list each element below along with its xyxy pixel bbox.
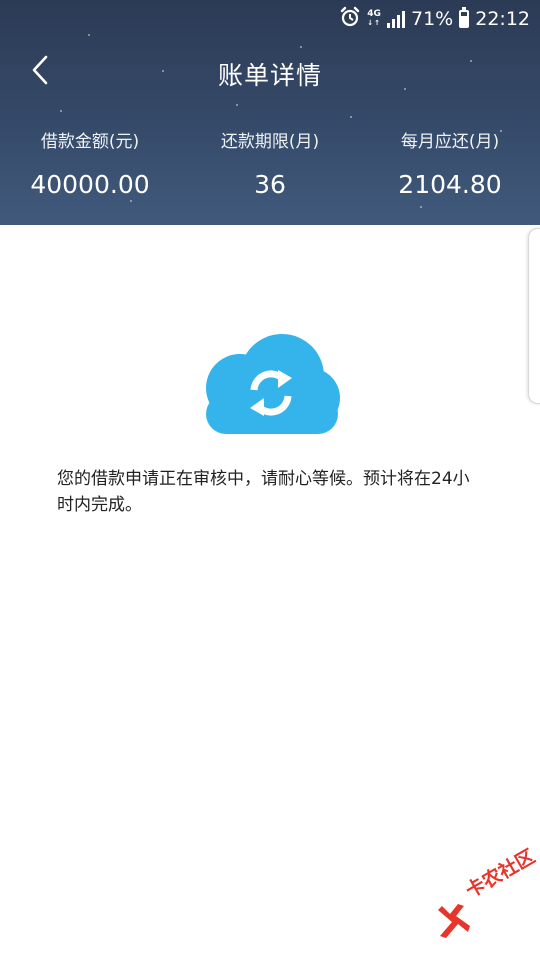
loan-summary: 借款金额(元) 40000.00 还款期限(月) 36 每月应还(月) 2104…	[0, 128, 540, 199]
stat-label: 借款金额(元)	[40, 132, 140, 152]
stat-value: 40000.00	[30, 170, 150, 199]
stat-loan-term: 还款期限(月) 36	[180, 128, 360, 199]
screen: 4G ↓↑ 71% 22:12 账单详情 借款金额(元) 40000.00 还款…	[0, 0, 540, 960]
stat-loan-amount: 借款金额(元) 40000.00	[0, 128, 180, 199]
stat-value: 36	[254, 170, 286, 199]
status-bar: 4G ↓↑ 71% 22:12	[0, 0, 540, 38]
battery-icon	[459, 7, 470, 28]
cloud-sync-icon	[198, 334, 344, 438]
page-title: 账单详情	[217, 61, 322, 90]
alarm-icon	[339, 6, 361, 33]
network-4g-icon: 4G ↓↑	[367, 9, 381, 28]
stat-value: 2104.80	[398, 170, 502, 199]
stat-monthly-payment: 每月应还(月) 2104.80	[360, 128, 540, 199]
clock: 22:12	[475, 8, 530, 30]
review-status-message: 您的借款申请正在审核中，请耐心等候。预计将在24小时内完成。	[57, 469, 470, 515]
battery-percent: 71%	[411, 8, 454, 30]
watermark-logo: 卡农社区	[432, 845, 539, 942]
watermark-text: 卡农社区	[462, 845, 539, 903]
stat-label: 每月应还(月)	[400, 132, 500, 152]
network-label: 4G	[367, 9, 381, 19]
stat-label: 还款期限(月)	[220, 132, 320, 152]
signal-icon	[387, 10, 405, 28]
edge-panel-handle[interactable]	[528, 228, 540, 404]
